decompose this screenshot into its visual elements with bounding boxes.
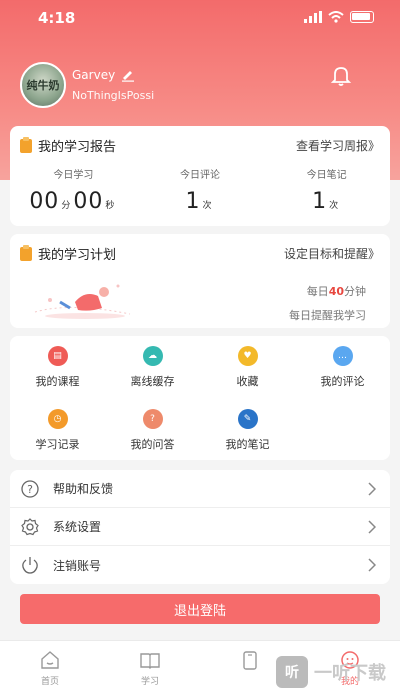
watermark-logo: 听 (276, 656, 308, 688)
deactivate-account-row[interactable]: 注销账号 (10, 546, 390, 584)
tab-home[interactable]: 首页 (20, 649, 80, 687)
report-title: 我的学习报告 (38, 140, 117, 155)
favorite-icon: ♥ (237, 346, 258, 366)
feature-item[interactable]: ◷ 学习记录 (10, 409, 105, 452)
qa-icon: ? (142, 409, 163, 429)
reading-illustration-icon (34, 284, 131, 319)
user-signature: NoThingIsPossi (72, 89, 155, 102)
stat-minutes: 00 (29, 189, 60, 214)
signal-icon (304, 11, 322, 23)
stat-seconds: 00 (73, 189, 104, 214)
wifi-icon (328, 11, 344, 23)
study-plan-card: 我的学习计划 设定目标和提醒》 每日40分钟 每日提醒我学习 (10, 234, 390, 328)
username: Garvey (72, 68, 116, 82)
plan-suffix: 分钟 (344, 285, 366, 298)
set-goal-link[interactable]: 设定目标和提醒》 (284, 245, 380, 262)
status-icons (304, 11, 374, 23)
row-label: 帮助和反馈 (53, 482, 114, 496)
tablet-icon (243, 651, 257, 670)
logout-button[interactable]: 退出登陆 (20, 594, 380, 624)
download-icon: ☁ (142, 346, 163, 366)
tab-label: 首页 (40, 677, 59, 687)
chevron-right-icon (368, 482, 376, 496)
tab-label: 学习 (140, 677, 159, 687)
status-bar: 4:18 (0, 0, 400, 36)
row-label: 系统设置 (53, 520, 102, 534)
tab-device[interactable] (220, 649, 280, 674)
stat-unit: 次 (329, 201, 340, 211)
clipboard-icon (20, 136, 32, 153)
gear-icon (21, 517, 39, 535)
feature-item[interactable]: ? 我的问答 (105, 409, 200, 452)
feature-label: 我的笔记 (225, 438, 270, 451)
feature-grid: ▤ 我的课程 ☁ 离线缓存 ♥ 收藏 … 我的评论 ◷ 学习记录? 我的问答 ✎ 我的笔记 (10, 346, 390, 452)
system-settings-row[interactable]: 系统设置 (10, 508, 390, 546)
feature-item[interactable]: ✎ 我的笔记 (200, 409, 295, 452)
study-report-card: 我的学习报告 查看学习周报》 今日学习 00 分00 秒 今日评论 1次 今日笔记 … (10, 126, 390, 226)
edit-icon[interactable] (121, 68, 135, 82)
feature-label: 收藏 (236, 375, 259, 388)
feature-item[interactable]: ♥ 收藏 (200, 346, 295, 389)
stat-value: 1 (185, 189, 201, 214)
clock-icon: ◷ (47, 409, 68, 429)
course-icon: ▤ (47, 346, 68, 366)
power-icon (22, 557, 38, 574)
settings-card: ? 帮助和反馈 系统设置 注销账号 (10, 470, 390, 584)
clipboard-icon (20, 244, 32, 261)
features-card: ▤ 我的课程 ☁ 离线缓存 ♥ 收藏 … 我的评论 ◷ 学习记录? 我的问答 ✎ 我的笔记 (10, 336, 390, 460)
feature-label: 我的课程 (35, 375, 80, 388)
pen-icon: ✎ (237, 409, 258, 429)
feature-label: 离线缓存 (130, 375, 175, 388)
plan-title: 我的学习计划 (38, 248, 117, 263)
feature-label: 学习记录 (35, 438, 80, 451)
stat-label: 今日学习 (53, 170, 94, 181)
help-feedback-row[interactable]: ? 帮助和反馈 (10, 470, 390, 508)
chevron-right-icon (368, 558, 376, 572)
stat-unit: 次 (202, 201, 213, 211)
stat-unit: 秒 (105, 201, 116, 211)
plan-prefix: 每日 (306, 285, 329, 298)
plan-reminder: 每日提醒我学习 (289, 309, 366, 322)
feature-item[interactable]: … 我的评论 (295, 346, 390, 389)
stat-today-study: 今日学习 00 分00 秒 (10, 166, 137, 214)
weekly-report-link[interactable]: 查看学习周报》 (296, 137, 380, 154)
svg-text:?: ? (27, 483, 33, 496)
feature-label: 我的问答 (130, 438, 175, 451)
watermark-text: 一听下载 (314, 663, 386, 684)
row-label: 注销账号 (53, 558, 102, 573)
stat-label: 今日笔记 (306, 170, 347, 181)
stat-unit: 分 (61, 201, 72, 211)
battery-icon (350, 11, 374, 23)
watermark: 听 一听下载 (276, 656, 386, 688)
profile-section[interactable]: 纯牛奶 Garvey NoThingIsPossi (20, 62, 154, 108)
feature-item[interactable]: ☁ 离线缓存 (105, 346, 200, 389)
status-time: 4:18 (38, 9, 76, 27)
feature-item[interactable]: ▤ 我的课程 (10, 346, 105, 389)
stat-value: 1 (312, 189, 328, 214)
home-icon (41, 651, 59, 669)
feature-label: 我的评论 (320, 375, 365, 388)
book-icon (140, 653, 160, 669)
chevron-right-icon (368, 520, 376, 534)
avatar-text: 纯牛奶 (26, 79, 60, 92)
help-icon: ? (21, 479, 39, 498)
plan-minutes: 40 (328, 285, 344, 298)
tab-study[interactable]: 学习 (120, 649, 180, 687)
stat-today-notes: 今日笔记 1次 (263, 166, 390, 214)
avatar[interactable]: 纯牛奶 (20, 62, 66, 108)
stat-today-comments: 今日评论 1次 (137, 166, 264, 214)
bell-icon[interactable] (329, 63, 353, 87)
stat-label: 今日评论 (180, 170, 220, 181)
comment-icon: … (332, 346, 353, 366)
